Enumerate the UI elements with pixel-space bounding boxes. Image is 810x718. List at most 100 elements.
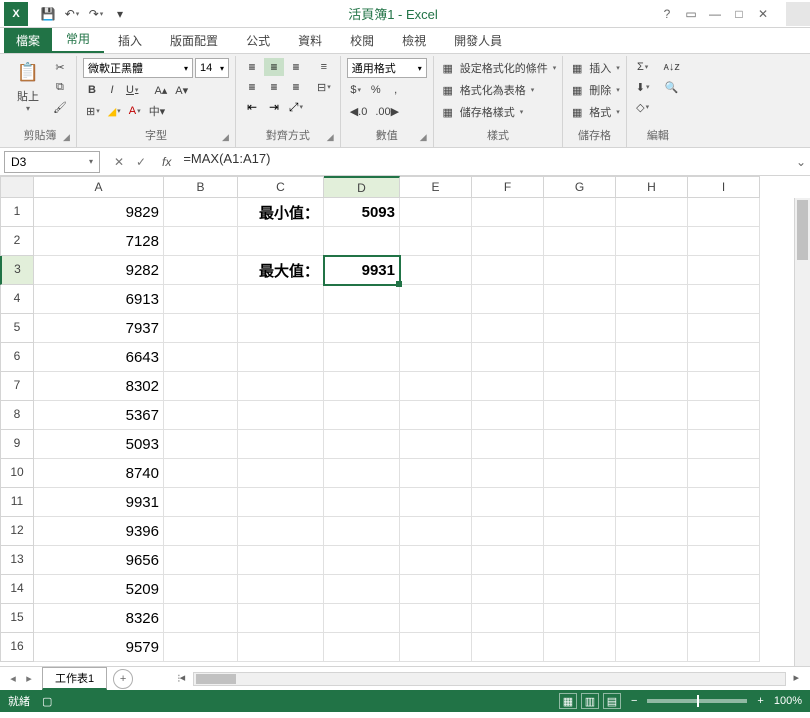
save-button[interactable]: 💾 xyxy=(38,4,58,24)
cell-D15[interactable] xyxy=(324,604,400,633)
formula-input[interactable]: =MAX(A1:A17) xyxy=(177,151,792,173)
wrap-text-button[interactable]: ≡ xyxy=(314,58,334,76)
cell-I8[interactable] xyxy=(688,401,760,430)
cell-A4[interactable]: 6913 xyxy=(34,285,164,314)
conditional-format-button[interactable]: ▦設定格式化的條件 xyxy=(440,58,557,78)
cell-H4[interactable] xyxy=(616,285,688,314)
cell-A11[interactable]: 9931 xyxy=(34,488,164,517)
comma-button[interactable]: , xyxy=(387,81,405,99)
cell-I16[interactable] xyxy=(688,633,760,662)
cell-C12[interactable] xyxy=(238,517,324,546)
sort-filter-button[interactable]: ᴀ↓ᴢ xyxy=(660,58,682,76)
cell-H5[interactable] xyxy=(616,314,688,343)
cell-A13[interactable]: 9656 xyxy=(34,546,164,575)
merge-button[interactable]: ⊟ xyxy=(314,78,334,96)
cell-E14[interactable] xyxy=(400,575,472,604)
fx-icon[interactable]: fx xyxy=(156,155,177,169)
sheet-tab[interactable]: 工作表1 xyxy=(42,667,107,690)
cell-E8[interactable] xyxy=(400,401,472,430)
cell-E16[interactable] xyxy=(400,633,472,662)
cell-H10[interactable] xyxy=(616,459,688,488)
cell-B7[interactable] xyxy=(164,372,238,401)
row-header-10[interactable]: 10 xyxy=(0,459,34,488)
cell-H9[interactable] xyxy=(616,430,688,459)
cell-H8[interactable] xyxy=(616,401,688,430)
underline-button[interactable]: U xyxy=(123,81,141,99)
ribbon-display-button[interactable]: ▭ xyxy=(682,7,700,21)
phonetic-button[interactable]: 中▾ xyxy=(146,102,169,120)
cell-F9[interactable] xyxy=(472,430,544,459)
cell-I6[interactable] xyxy=(688,343,760,372)
cell-F10[interactable] xyxy=(472,459,544,488)
cell-B1[interactable] xyxy=(164,198,238,227)
find-select-button[interactable]: 🔍 xyxy=(660,78,682,96)
insert-cells-button[interactable]: ▦插入 xyxy=(569,58,620,78)
cell-E3[interactable] xyxy=(400,256,472,285)
row-header-13[interactable]: 13 xyxy=(0,546,34,575)
cell-G4[interactable] xyxy=(544,285,616,314)
cell-G6[interactable] xyxy=(544,343,616,372)
hscroll-thumb[interactable] xyxy=(196,674,236,684)
border-button[interactable]: ⊞ xyxy=(83,102,103,120)
cell-I4[interactable] xyxy=(688,285,760,314)
cell-B6[interactable] xyxy=(164,343,238,372)
tab-insert[interactable]: 插入 xyxy=(104,28,156,53)
cell-B2[interactable] xyxy=(164,227,238,256)
cell-D12[interactable] xyxy=(324,517,400,546)
cell-H12[interactable] xyxy=(616,517,688,546)
clear-button[interactable]: ◇ xyxy=(633,98,653,116)
cell-B10[interactable] xyxy=(164,459,238,488)
cell-D9[interactable] xyxy=(324,430,400,459)
cell-F13[interactable] xyxy=(472,546,544,575)
cell-I13[interactable] xyxy=(688,546,760,575)
column-header-C[interactable]: C xyxy=(238,176,324,198)
cut-button[interactable]: ✂ xyxy=(50,58,70,76)
cell-C13[interactable] xyxy=(238,546,324,575)
cell-A2[interactable]: 7128 xyxy=(34,227,164,256)
clipboard-launcher[interactable]: ◢ xyxy=(63,132,70,143)
decrease-decimal-button[interactable]: .00▶ xyxy=(372,102,402,120)
name-box[interactable]: D3▾ xyxy=(4,151,100,173)
cell-E4[interactable] xyxy=(400,285,472,314)
row-header-1[interactable]: 1 xyxy=(0,198,34,227)
cell-A10[interactable]: 8740 xyxy=(34,459,164,488)
cell-E1[interactable] xyxy=(400,198,472,227)
format-cells-button[interactable]: ▦格式 xyxy=(569,102,620,122)
cell-G13[interactable] xyxy=(544,546,616,575)
row-header-2[interactable]: 2 xyxy=(0,227,34,256)
font-size-select[interactable]: 14▾ xyxy=(195,58,229,78)
increase-decimal-button[interactable]: ◀.0 xyxy=(347,102,371,120)
number-launcher[interactable]: ◢ xyxy=(420,132,427,143)
row-header-8[interactable]: 8 xyxy=(0,401,34,430)
tab-formulas[interactable]: 公式 xyxy=(232,28,284,53)
cell-A7[interactable]: 8302 xyxy=(34,372,164,401)
cell-F5[interactable] xyxy=(472,314,544,343)
align-middle-button[interactable]: ≡ xyxy=(264,58,284,76)
cell-E12[interactable] xyxy=(400,517,472,546)
cell-A15[interactable]: 8326 xyxy=(34,604,164,633)
cell-H6[interactable] xyxy=(616,343,688,372)
cell-B15[interactable] xyxy=(164,604,238,633)
cell-C15[interactable] xyxy=(238,604,324,633)
cell-G3[interactable] xyxy=(544,256,616,285)
number-format-select[interactable]: 通用格式▾ xyxy=(347,58,427,78)
cell-G9[interactable] xyxy=(544,430,616,459)
align-top-button[interactable]: ≡ xyxy=(242,58,262,76)
zoom-out-button[interactable]: − xyxy=(631,695,637,707)
cell-F6[interactable] xyxy=(472,343,544,372)
cell-D11[interactable] xyxy=(324,488,400,517)
cell-G5[interactable] xyxy=(544,314,616,343)
row-header-14[interactable]: 14 xyxy=(0,575,34,604)
cell-C7[interactable] xyxy=(238,372,324,401)
cell-G11[interactable] xyxy=(544,488,616,517)
worksheet-grid[interactable]: ABCDEFGHI 19829最小值：50932712839282最大值：993… xyxy=(0,176,810,666)
help-button[interactable]: ? xyxy=(658,7,676,21)
fill-color-button[interactable]: ◢ xyxy=(105,102,124,120)
cell-I12[interactable] xyxy=(688,517,760,546)
cell-D16[interactable] xyxy=(324,633,400,662)
cell-I7[interactable] xyxy=(688,372,760,401)
column-header-H[interactable]: H xyxy=(616,176,688,198)
align-bottom-button[interactable]: ≡ xyxy=(286,58,306,76)
cell-G12[interactable] xyxy=(544,517,616,546)
font-name-select[interactable]: 微軟正黑體▾ xyxy=(83,58,193,78)
